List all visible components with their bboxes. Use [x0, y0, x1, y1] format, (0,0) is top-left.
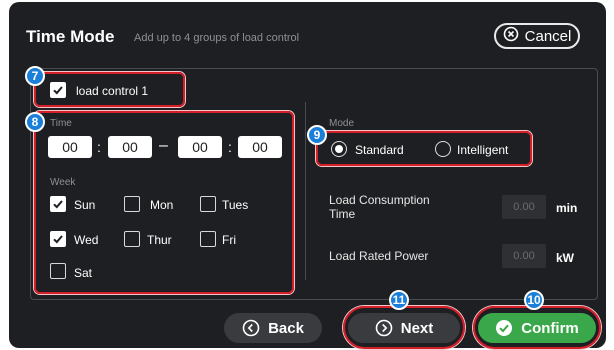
day-checkbox-sun[interactable] — [50, 196, 66, 212]
day-label-fri: Fri — [222, 233, 236, 247]
load-rated-power-unit: kW — [556, 251, 574, 265]
column-divider — [305, 102, 306, 280]
chevron-right-circle-icon — [375, 319, 393, 337]
day-checkbox-sat[interactable] — [50, 263, 66, 279]
load-control-checkbox[interactable] — [50, 82, 66, 98]
load-rated-power-input[interactable]: 0.00 — [502, 244, 546, 268]
load-rated-power-label: Load Rated Power — [329, 249, 429, 263]
annotation-badge-7: 7 — [25, 66, 45, 86]
next-label: Next — [400, 319, 434, 337]
load-consumption-unit: min — [556, 201, 578, 215]
load-consumption-label: Load Consumption Time — [329, 193, 430, 221]
day-checkbox-wed[interactable] — [50, 231, 66, 247]
end-hour-field[interactable]: 00 — [178, 136, 222, 158]
checkmark-icon — [53, 235, 63, 244]
chevron-left-circle-icon — [242, 319, 260, 337]
annotation-badge-11: 11 — [389, 290, 409, 310]
time-colon: : — [228, 139, 232, 155]
radio-selected-dot — [335, 145, 343, 153]
end-minute-field[interactable]: 00 — [238, 136, 282, 158]
annotation-badge-8: 8 — [25, 112, 45, 132]
back-label: Back — [268, 319, 304, 337]
check-circle-icon — [496, 320, 513, 336]
mode-label-intelligent: Intelligent — [457, 143, 509, 157]
page-subtitle: Add up to 4 groups of load control — [134, 32, 300, 44]
time-range-dash: – — [159, 137, 168, 154]
cancel-label: Cancel — [524, 27, 572, 45]
start-hour-field[interactable]: 00 — [48, 136, 92, 158]
next-button[interactable]: Next — [348, 313, 460, 343]
mode-radio-intelligent[interactable] — [435, 141, 451, 157]
day-label-sat: Sat — [74, 266, 93, 280]
mode-radio-standard[interactable] — [331, 141, 347, 157]
day-label-thur: Thur — [147, 233, 172, 247]
day-label-mon: Mon — [150, 198, 174, 212]
day-checkbox-mon[interactable] — [124, 196, 140, 212]
page-title: Time Mode — [26, 27, 115, 46]
day-label-tues: Tues — [222, 198, 249, 212]
time-colon: : — [97, 139, 101, 155]
day-label-wed: Wed — [74, 233, 99, 247]
time-label: Time — [50, 118, 72, 129]
load-consumption-input[interactable]: 0.00 — [502, 195, 546, 219]
checkmark-icon — [53, 86, 63, 95]
start-minute-field[interactable]: 00 — [108, 136, 152, 158]
annotation-badge-10: 10 — [524, 290, 544, 310]
checkmark-icon — [53, 200, 63, 209]
week-label: Week — [50, 177, 76, 188]
confirm-button[interactable]: Confirm — [478, 313, 596, 343]
mode-label: Mode — [329, 118, 355, 129]
load-control-label: load control 1 — [76, 84, 149, 98]
cancel-button[interactable]: Cancel — [494, 23, 580, 49]
mode-label-standard: Standard — [355, 143, 404, 157]
annotation-badge-9: 9 — [307, 125, 327, 145]
back-button[interactable]: Back — [224, 313, 322, 343]
day-checkbox-tues[interactable] — [200, 196, 216, 212]
day-checkbox-thur[interactable] — [124, 231, 140, 247]
close-circle-icon — [503, 26, 519, 46]
day-checkbox-fri[interactable] — [200, 231, 216, 247]
day-label-sun: Sun — [74, 198, 96, 212]
confirm-label: Confirm — [521, 319, 579, 337]
